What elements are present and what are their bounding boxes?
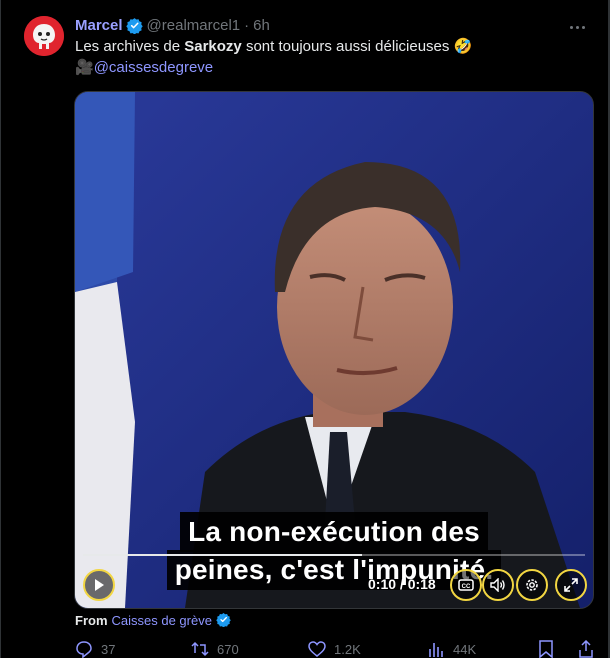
tweet-text-line2: 🎥@caissesdegreve (75, 58, 213, 78)
analytics-icon (429, 643, 443, 657)
attribution-source-link[interactable]: Caisses de grève (112, 613, 212, 628)
views-button[interactable]: 44K (427, 640, 476, 658)
video-timecode: 0:10 / 0:18 (368, 576, 436, 592)
tweet-timestamp[interactable]: 6h (253, 17, 270, 34)
tweet-text-prefix: Les archives de (75, 38, 185, 55)
retweet-count: 670 (217, 641, 239, 657)
settings-button[interactable] (516, 569, 548, 601)
video-progress-bar[interactable] (83, 554, 585, 556)
avatar[interactable] (24, 16, 64, 56)
tweet-text-suffix: sont toujours aussi délicieuses 🤣 (241, 38, 473, 55)
video-attribution: From Caisses de grève (75, 612, 237, 629)
view-count: 44K (453, 641, 477, 657)
camera-emoji-icon: 🎥 (75, 59, 94, 76)
mention-link[interactable]: @caissesdegreve (94, 59, 213, 76)
captions-button[interactable]: CC (450, 569, 482, 601)
like-count: 1.2K (334, 641, 361, 657)
video-player[interactable]: La non-exécution des peines, c'est l'imp… (74, 91, 594, 609)
share-button[interactable] (578, 640, 602, 658)
bookmark-icon (539, 640, 553, 658)
verified-badge-icon (216, 612, 233, 629)
captions-icon: CC (458, 579, 474, 591)
share-icon (579, 640, 593, 658)
video-progress-fill (83, 554, 362, 556)
volume-icon (490, 578, 505, 592)
play-icon (95, 579, 104, 591)
subtitle-line-1: La non-exécution des (75, 512, 593, 552)
like-button[interactable]: 1.2K (308, 640, 361, 658)
header-separator: · (244, 16, 250, 34)
gear-icon (526, 579, 538, 591)
reply-button[interactable]: 37 (75, 640, 115, 658)
attribution-label: From (75, 613, 108, 628)
author-name[interactable]: Marcel (75, 17, 123, 34)
reply-count: 37 (101, 641, 116, 657)
heart-icon (308, 641, 326, 657)
author-handle[interactable]: @realmarcel1 (147, 17, 241, 34)
timeline-border-left (0, 0, 1, 658)
reply-icon (76, 641, 92, 658)
play-button[interactable] (83, 569, 115, 601)
tweet-text-bold: Sarkozy (184, 38, 242, 55)
tweet-header: Marcel @realmarcel1 · 6h (75, 14, 270, 36)
volume-button[interactable] (482, 569, 514, 601)
tweet-actions: 37 670 1.2K 44K (75, 640, 595, 658)
more-options-icon[interactable] (568, 16, 588, 36)
subtitle-text-1: La non-exécution des (180, 512, 488, 552)
retweet-button[interactable]: 670 (191, 640, 239, 658)
verified-badge-icon (125, 17, 143, 34)
expand-icon (564, 578, 578, 592)
svg-text:CC: CC (462, 584, 471, 590)
tweet-text: Les archives de Sarkozy sont toujours au… (75, 37, 472, 57)
fullscreen-button[interactable] (555, 569, 587, 601)
retweet-icon (191, 641, 209, 657)
bookmark-button[interactable] (538, 640, 562, 658)
